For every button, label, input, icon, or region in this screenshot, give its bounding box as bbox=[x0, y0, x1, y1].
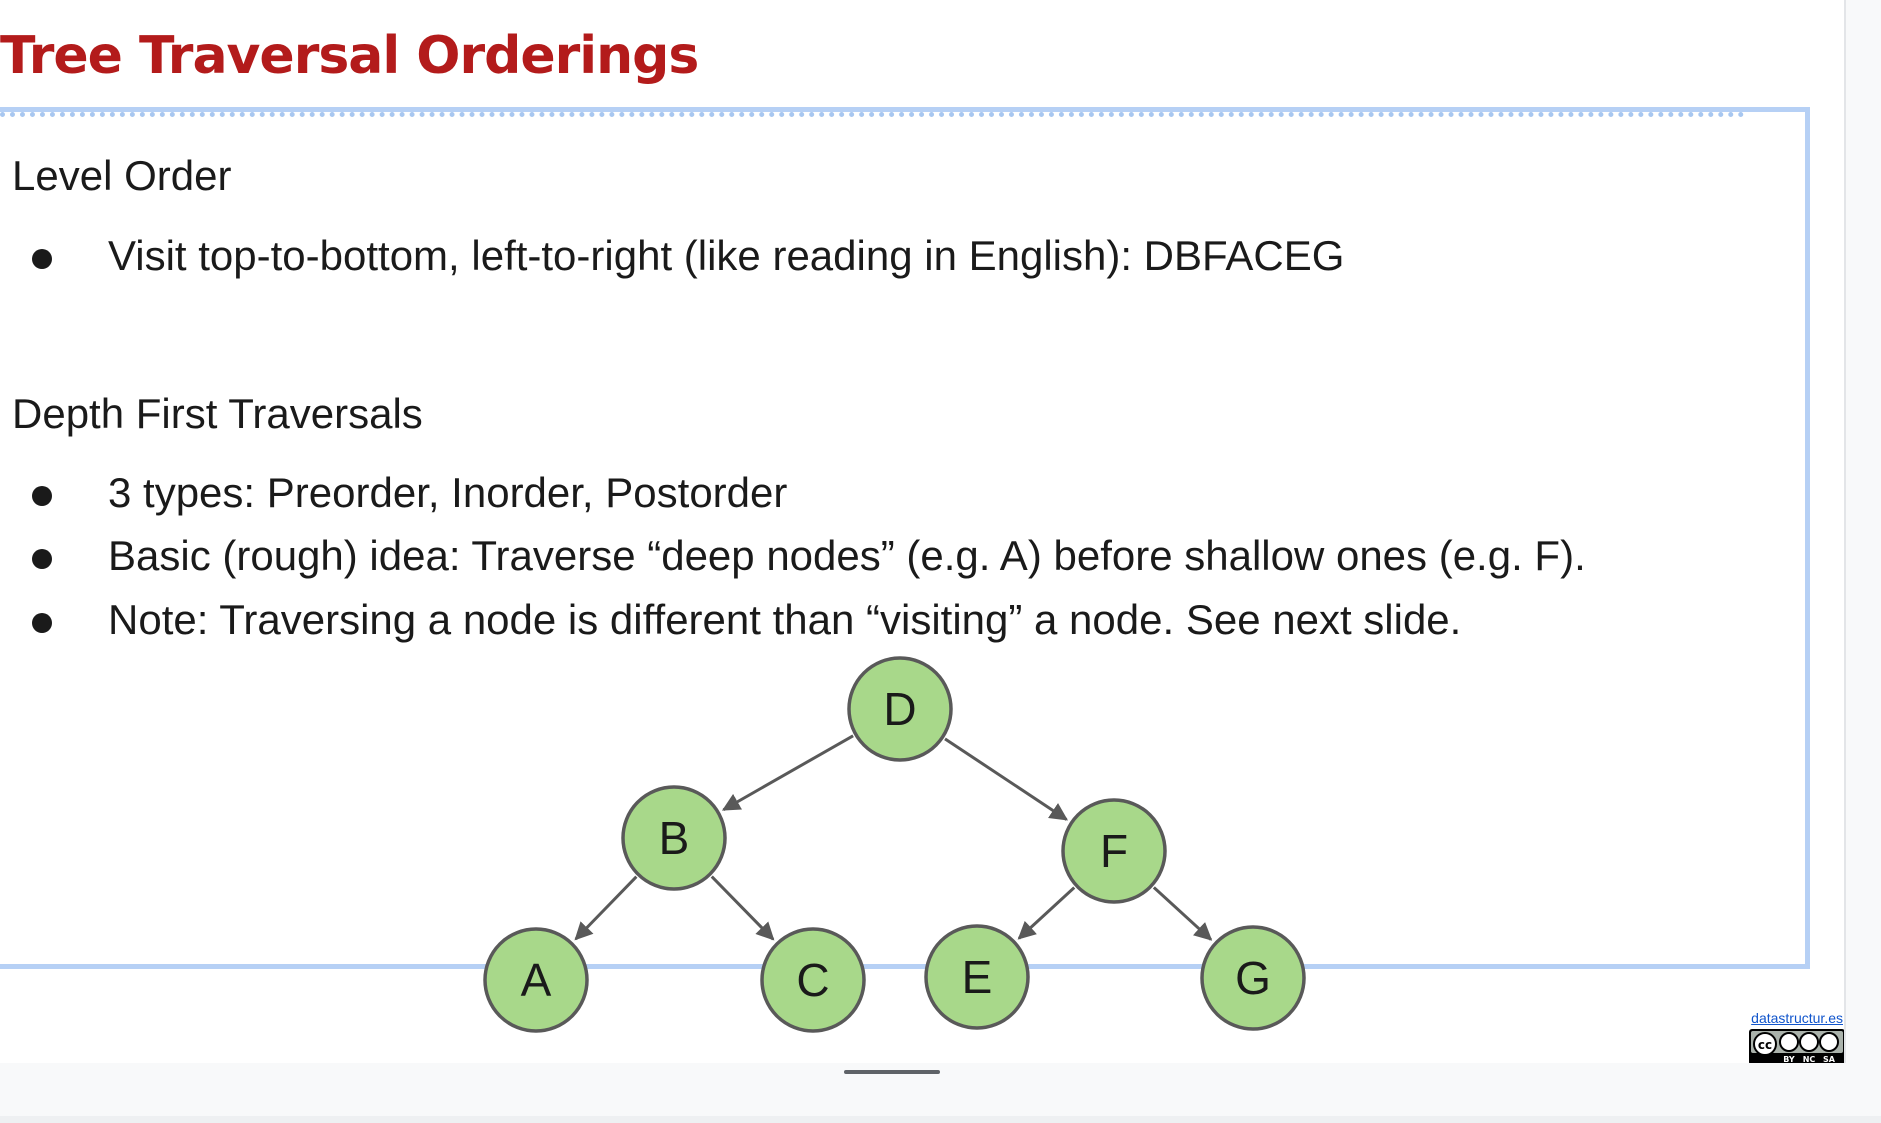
slide-canvas: Tree Traversal Orderings Level Order Vis… bbox=[0, 0, 1844, 1063]
cc-by-nc-sa-icon: cc BY NC SA bbox=[1749, 1029, 1844, 1063]
svg-text:cc: cc bbox=[1758, 1038, 1772, 1052]
tree-node-label: C bbox=[796, 954, 829, 1006]
license-label-by: BY bbox=[1783, 1055, 1795, 1063]
tree-node-b: B bbox=[621, 785, 727, 891]
binary-tree-diagram: D B F A C E G bbox=[483, 656, 1306, 1033]
tree-edge-b-c bbox=[710, 875, 775, 941]
tree-node-label: A bbox=[521, 954, 552, 1006]
tree-node-a: A bbox=[483, 927, 589, 1033]
bottom-bar bbox=[0, 1116, 1881, 1123]
tree-node-f: F bbox=[1061, 798, 1167, 904]
tree-edge-d-f bbox=[944, 737, 1069, 821]
tree-nodes: D B F A C E G bbox=[483, 656, 1306, 1033]
tree-node-g: G bbox=[1200, 925, 1306, 1031]
tree-edge-b-a bbox=[574, 875, 638, 941]
tree-node-label: E bbox=[962, 951, 993, 1003]
tree-node-e: E bbox=[924, 924, 1030, 1030]
tree-node-label: D bbox=[883, 683, 916, 735]
tree-edge-f-g bbox=[1152, 886, 1213, 941]
slide-scroll-handle[interactable] bbox=[844, 1070, 940, 1074]
tree-node-label: F bbox=[1100, 825, 1128, 877]
tree-node-label: G bbox=[1235, 952, 1271, 1004]
slide-edge-divider bbox=[1844, 0, 1846, 1063]
tree-node-c: C bbox=[760, 927, 866, 1033]
tree-edge-f-e bbox=[1017, 886, 1076, 940]
license-label-sa: SA bbox=[1823, 1055, 1836, 1063]
tree-node-label: B bbox=[659, 812, 690, 864]
tree-edge-d-b bbox=[721, 734, 854, 812]
datastructures-link[interactable]: datastructur.es bbox=[1700, 1010, 1843, 1026]
tree-node-d: D bbox=[847, 656, 953, 762]
license-label-nc: NC bbox=[1803, 1055, 1816, 1063]
